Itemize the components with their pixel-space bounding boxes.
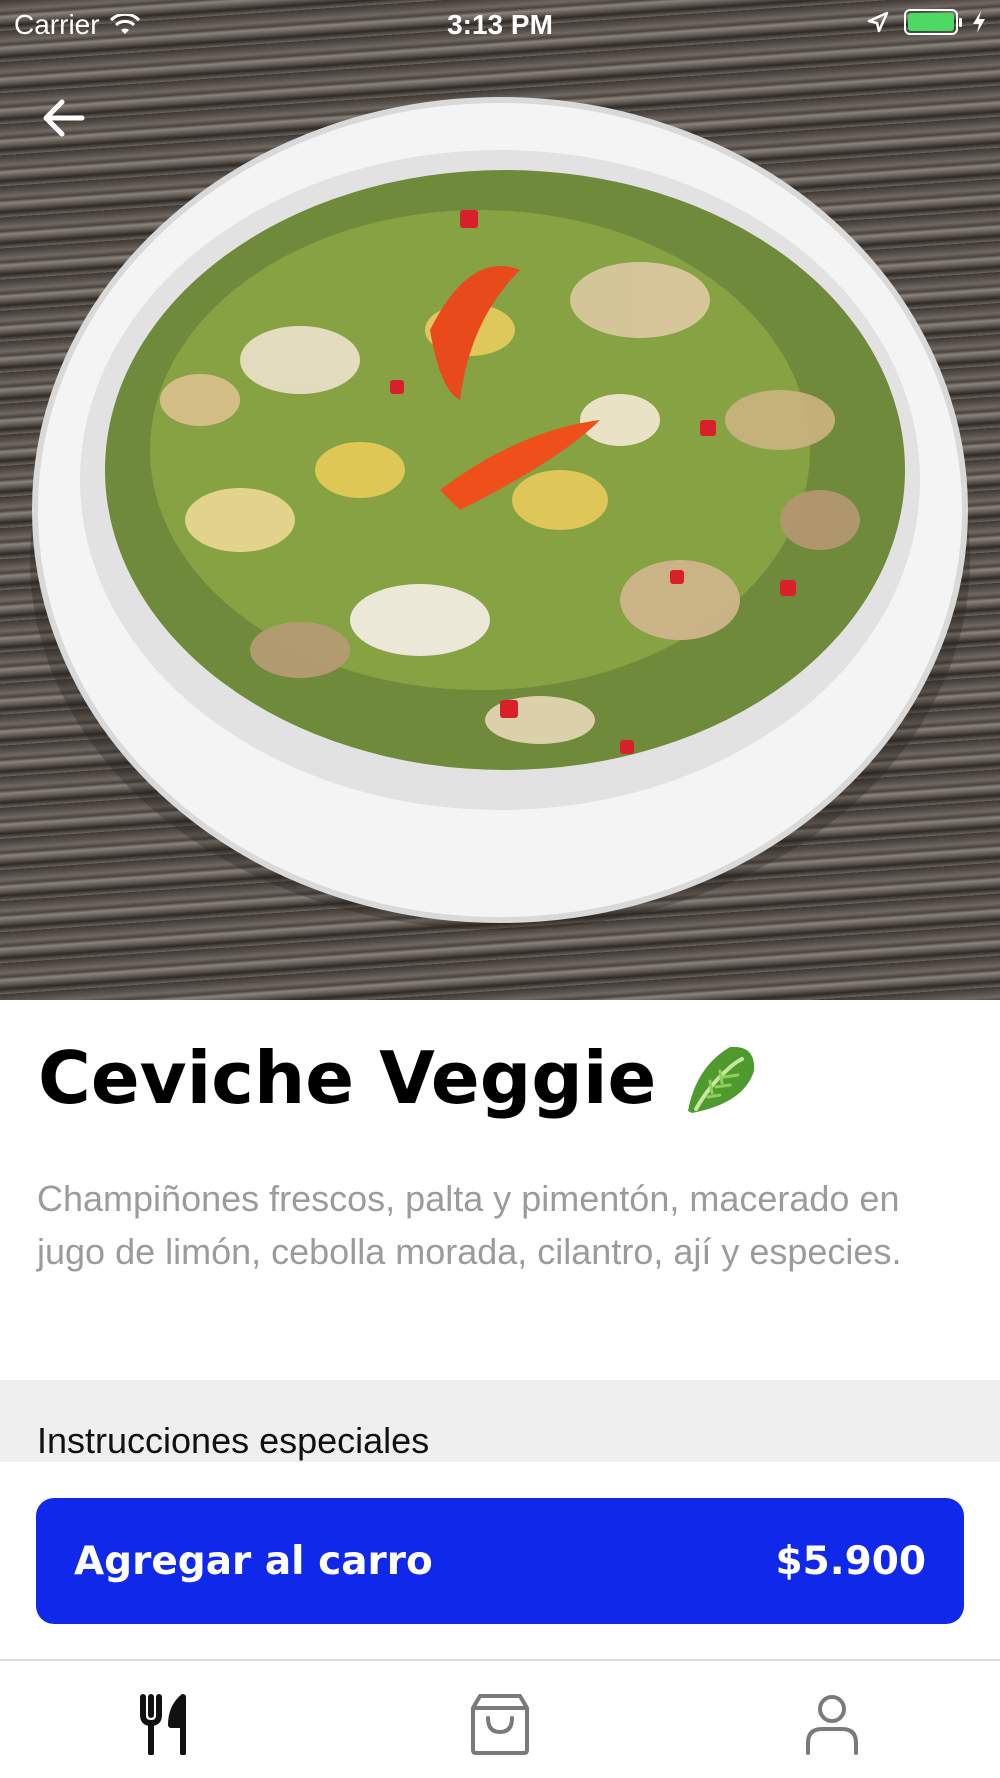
product-title: Ceviche Veggie	[38, 1036, 657, 1120]
product-photo	[0, 0, 1000, 1000]
tab-cart[interactable]	[460, 1689, 540, 1759]
price-label: $5.900	[775, 1538, 927, 1584]
battery-icon	[904, 9, 962, 35]
shopping-bag-icon	[471, 1694, 529, 1755]
tab-bar	[0, 1659, 1000, 1778]
fork-knife-icon	[140, 1694, 186, 1755]
product-description: Champiñones frescos, palta y pimentón, m…	[37, 1178, 902, 1272]
add-to-cart-label: Agregar al carro	[74, 1538, 433, 1584]
battery-level	[908, 13, 954, 31]
special-instructions-section[interactable]: Instrucciones especiales	[0, 1380, 1000, 1462]
tab-profile[interactable]	[792, 1689, 872, 1759]
special-instructions-label: Instrucciones especiales	[37, 1420, 430, 1461]
product-detail-screen: Carrier 3:13 PM Ceviche Veggie Champiñon…	[0, 0, 1000, 1778]
back-button[interactable]	[38, 88, 98, 148]
status-time: 3:13 PM	[447, 9, 553, 40]
tab-menu[interactable]	[127, 1689, 207, 1759]
add-to-cart-button[interactable]: Agregar al carro $5.900	[36, 1498, 964, 1624]
food-bowl-illustration	[30, 97, 970, 930]
title-row: Ceviche Veggie	[38, 1036, 760, 1120]
location-arrow-icon	[867, 11, 889, 33]
charging-bolt-icon	[973, 11, 985, 33]
user-icon	[806, 1695, 858, 1755]
add-to-cart-panel: Agregar al carro $5.900	[0, 1462, 1000, 1660]
leafy-green-emoji	[688, 1046, 755, 1113]
status-right-icons	[866, 9, 986, 35]
status-bar: Carrier 3:13 PM	[0, 0, 1000, 50]
arrow-left-icon	[43, 99, 85, 137]
